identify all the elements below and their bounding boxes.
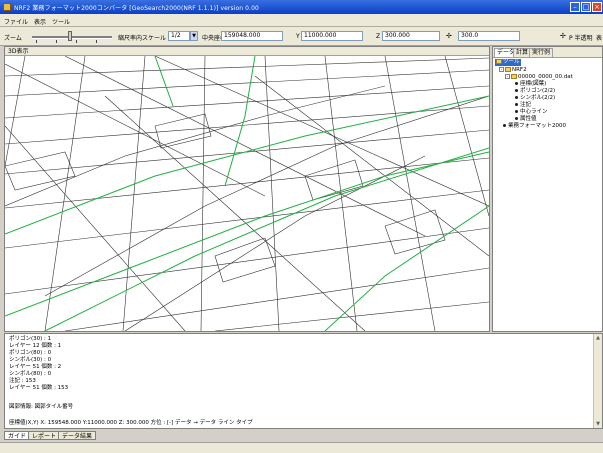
tree-item[interactable]: - NRF2 <box>499 67 527 74</box>
angle-field[interactable]: 300.0 <box>458 31 520 41</box>
extra-label: 表 <box>596 35 603 42</box>
maximize-icon[interactable]: □ <box>581 2 591 12</box>
minimize-icon[interactable]: – <box>570 2 580 12</box>
close-icon[interactable]: × <box>592 2 602 12</box>
folder-icon <box>511 74 517 79</box>
menu-file[interactable]: ファイル <box>4 17 28 26</box>
tree-item[interactable]: 業務フォーマット2000 <box>503 123 566 130</box>
bullet-icon <box>515 103 518 106</box>
app-icon <box>3 3 11 11</box>
z-field[interactable]: 300.000 <box>382 31 440 41</box>
map-3d-view[interactable] <box>5 56 489 331</box>
zoom-label: ズーム <box>4 35 22 42</box>
menu-tools[interactable]: ツール <box>52 17 70 26</box>
axis-icon[interactable]: ✢ <box>560 32 566 40</box>
tab-examples[interactable]: 実行例 <box>529 48 554 57</box>
tab-data-result[interactable]: データ結果 <box>58 431 97 440</box>
info-line: 図郭情報: 図郭タイル番号 <box>9 404 74 410</box>
data-panel-tabs: データ 計算 実行例 <box>493 47 602 58</box>
tree-item[interactable]: 属性値 <box>515 116 537 123</box>
tree-item[interactable]: -00000_0000_00.dat <box>505 74 573 81</box>
axis-icon[interactable]: ✢ <box>446 32 452 40</box>
info-line: ポリゴン(30) : 1 <box>9 336 52 342</box>
info-scrollbar[interactable]: ▲ ▼ <box>593 334 602 428</box>
folder-icon <box>496 59 502 64</box>
bullet-icon <box>515 96 518 99</box>
tree-item[interactable]: ポリゴン(2/2) <box>515 88 555 95</box>
status-bar <box>0 442 603 453</box>
tree-item[interactable]: 注記 <box>515 102 531 109</box>
folder-icon <box>505 67 511 72</box>
display-button[interactable]: P 半透明 <box>569 33 593 42</box>
map-panel: 3D表示 <box>4 46 490 332</box>
info-line: ポリゴン(80) : 0 <box>9 350 52 356</box>
collapse-icon[interactable]: - <box>499 67 504 72</box>
slider-tick <box>36 40 37 43</box>
y-label: Y <box>296 33 300 40</box>
tab-guide[interactable]: ガイド <box>4 431 31 440</box>
slider-tick <box>96 40 97 43</box>
tree-item[interactable]: ツール <box>495 59 521 66</box>
data-panel: データ 計算 実行例 ツール - NRF2 -00000_0000_00.dat … <box>492 46 603 332</box>
slider-tick <box>76 40 77 43</box>
bottom-tabs: ガイド レポート データ結果 <box>4 431 603 441</box>
y-field[interactable]: 11000.000 <box>301 31 363 41</box>
info-line: シンボル(80) : 0 <box>9 371 52 377</box>
bullet-icon <box>515 89 518 92</box>
extent-field[interactable]: 159048.000 <box>221 31 283 41</box>
scroll-up-icon[interactable]: ▲ <box>594 334 602 342</box>
info-line: レイヤー 51 個数 : 153 <box>9 385 69 391</box>
tree-item[interactable]: 中心ライン <box>515 109 548 116</box>
scroll-down-icon[interactable]: ▼ <box>594 420 602 428</box>
info-line: レイヤー 12 個数 : 1 <box>9 343 62 349</box>
bullet-icon <box>515 110 518 113</box>
chevron-down-icon[interactable]: ▼ <box>190 31 198 41</box>
bullet-icon <box>515 82 518 85</box>
map-panel-header: 3D表示 <box>5 47 489 56</box>
menu-bar: ファイル 表示 ツール <box>0 14 603 27</box>
title-bar: NRF2 業務フォーマット2000コンバータ [GeoSearch2000(NR… <box>0 0 603 14</box>
menu-view[interactable]: 表示 <box>34 17 46 26</box>
scale-label: 縮尺率内スケール <box>118 35 167 42</box>
bullet-icon <box>515 117 518 120</box>
info-line: シンボル(30) : 0 <box>9 357 52 363</box>
info-line: 注記 : 153 <box>9 378 36 384</box>
info-line: 座標値(X,Y) X: 159548.000 Y:11000.000 Z: 30… <box>9 420 253 426</box>
collapse-icon[interactable]: - <box>505 74 510 79</box>
zoom-slider-thumb[interactable] <box>68 31 72 41</box>
info-line: レイヤー 51 個数 : 2 <box>9 364 62 370</box>
z-label: Z <box>376 33 381 40</box>
tab-report[interactable]: レポート <box>28 431 61 440</box>
info-panel: ポリゴン(30) : 1 レイヤー 12 個数 : 1 ポリゴン(80) : 0… <box>4 333 603 429</box>
tree-item[interactable]: シンボル(2/2) <box>515 95 555 102</box>
scale-select[interactable]: 1/2 <box>168 31 190 41</box>
slider-tick <box>56 40 57 43</box>
toolbar: ズーム 縮尺率内スケール 1/2 ▼ 中央座標 159048.000 Y 110… <box>0 27 603 46</box>
zoom-slider[interactable] <box>32 36 112 39</box>
tree-item[interactable]: 座標(図葉) <box>515 81 546 88</box>
window-title: NRF2 業務フォーマット2000コンバータ [GeoSearch2000(NR… <box>14 5 259 12</box>
bullet-icon <box>503 124 506 127</box>
